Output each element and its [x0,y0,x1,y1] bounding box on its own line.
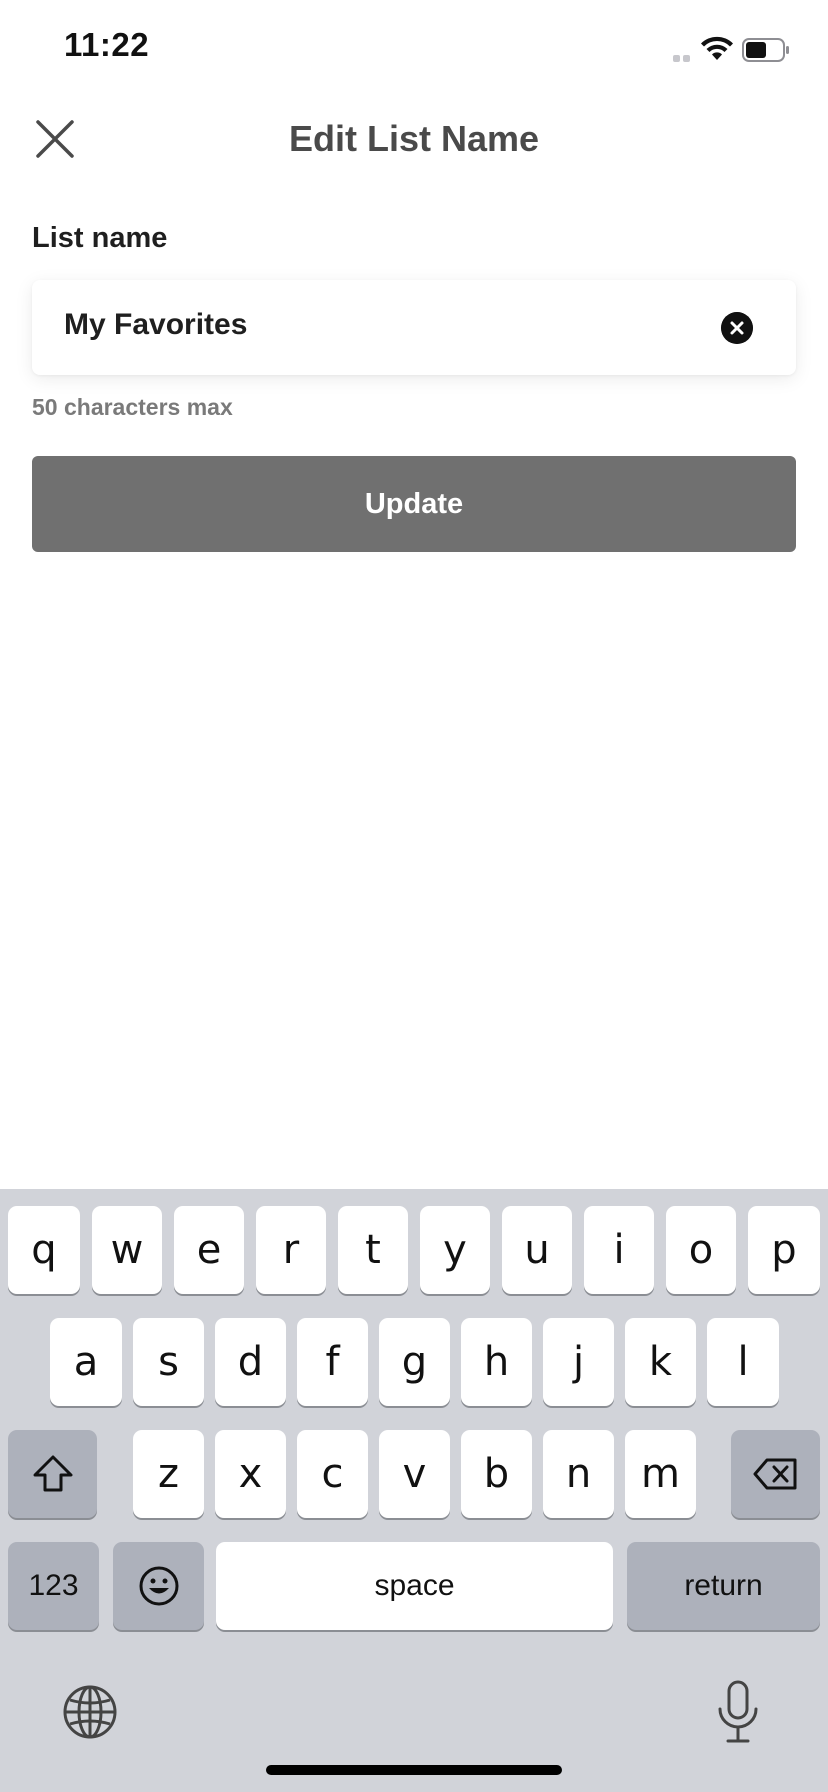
key-s[interactable]: s [133,1318,204,1406]
clear-text-button[interactable] [721,312,753,344]
cellular-signal-icon [673,54,691,62]
key-v[interactable]: v [379,1430,450,1518]
key-z[interactable]: z [133,1430,204,1518]
globe-icon[interactable] [62,1684,118,1740]
key-i[interactable]: i [584,1206,654,1294]
shift-key[interactable] [8,1430,97,1518]
key-g[interactable]: g [379,1318,450,1406]
key-c[interactable]: c [297,1430,368,1518]
character-limit-hint: 50 characters max [32,394,233,420]
key-k[interactable]: k [625,1318,696,1406]
backspace-icon [753,1458,796,1490]
list-name-label: List name [32,222,168,254]
battery-icon [742,38,789,62]
key-f[interactable]: f [297,1318,368,1406]
key-p[interactable]: p [748,1206,820,1294]
numbers-key[interactable]: 123 [8,1542,99,1630]
key-o[interactable]: o [666,1206,736,1294]
key-n[interactable]: n [543,1430,614,1518]
delete-key[interactable] [731,1430,820,1518]
home-indicator [266,1765,562,1775]
key-b[interactable]: b [461,1430,532,1518]
key-w[interactable]: w [92,1206,162,1294]
key-q[interactable]: q [8,1206,80,1294]
return-key[interactable]: return [627,1542,820,1630]
list-name-input[interactable]: My Favorites [32,280,796,375]
status-time: 11:22 [64,26,150,63]
key-j[interactable]: j [543,1318,614,1406]
list-name-value[interactable]: My Favorites [64,308,247,342]
key-t[interactable]: t [338,1206,408,1294]
key-y[interactable]: y [420,1206,490,1294]
emoji-icon [139,1566,178,1606]
key-l[interactable]: l [707,1318,779,1406]
key-d[interactable]: d [215,1318,286,1406]
key-e[interactable]: e [174,1206,244,1294]
shift-icon [33,1455,72,1492]
key-h[interactable]: h [461,1318,532,1406]
wifi-icon [701,36,733,60]
page-title: Edit List Name [288,118,540,159]
keyboard: q w e r t y u i o p a s d f g h j k l z … [0,1189,828,1792]
key-r[interactable]: r [256,1206,326,1294]
key-a[interactable]: a [50,1318,122,1406]
emoji-key[interactable] [113,1542,204,1630]
key-u[interactable]: u [502,1206,572,1294]
space-key[interactable]: space [216,1542,613,1630]
microphone-icon[interactable] [714,1679,762,1745]
update-button[interactable]: Update [32,456,796,552]
key-x[interactable]: x [215,1430,286,1518]
key-m[interactable]: m [625,1430,696,1518]
